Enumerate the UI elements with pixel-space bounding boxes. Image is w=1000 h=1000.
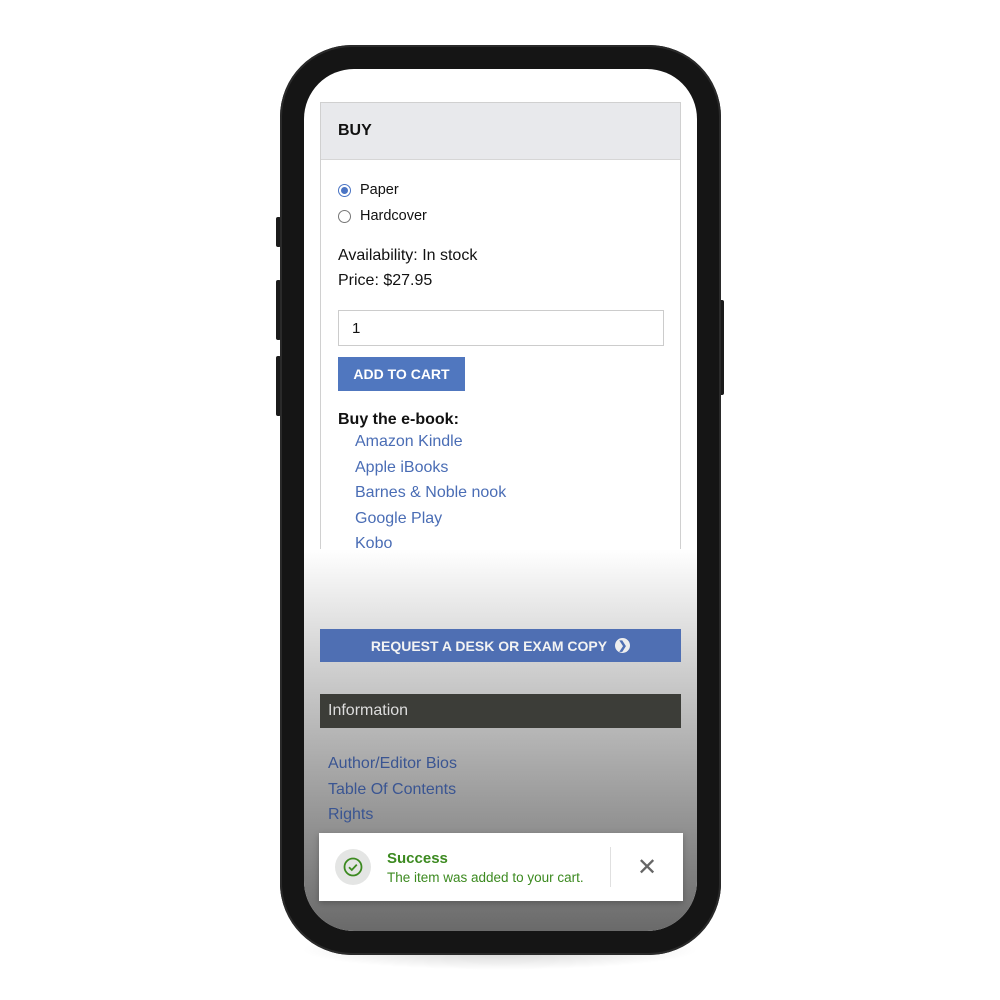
availability-text: Availability: In stock — [338, 247, 478, 264]
request-desk-copy-button[interactable]: REQUEST A DESK OR EXAM COPY ❯ — [320, 629, 681, 662]
quantity-input[interactable] — [338, 310, 664, 346]
ebook-link-kobo[interactable]: Kobo — [338, 531, 663, 557]
information-heading: Information — [320, 694, 681, 728]
chevron-right-circle-icon: ❯ — [615, 638, 631, 653]
toast-message: The item was added to your cart. — [387, 869, 584, 885]
info-link-rights[interactable]: Rights — [328, 802, 483, 828]
radio-unselected-icon[interactable] — [338, 209, 351, 223]
check-circle-icon — [335, 849, 371, 885]
close-icon[interactable]: ✕ — [611, 853, 683, 882]
success-toast: Success The item was added to your cart.… — [319, 833, 683, 901]
ebook-link-barnes-noble[interactable]: Barnes & Noble nook — [338, 480, 663, 506]
info-link-bios[interactable]: Author/Editor Bios — [328, 751, 483, 777]
add-to-cart-button[interactable]: ADD TO CART — [338, 357, 465, 391]
format-radio-hardcover[interactable]: Hardcover — [338, 203, 663, 229]
ebook-link-amazon-kindle[interactable]: Amazon Kindle — [338, 429, 663, 455]
price-text: Price: $27.95 — [338, 272, 433, 289]
phone-screen: BUY Paper Hardcover Availability: In sto… — [304, 69, 697, 931]
ebook-link-google-play[interactable]: Google Play — [338, 506, 663, 532]
radio-selected-icon[interactable] — [338, 183, 351, 197]
ebook-link-apple-ibooks[interactable]: Apple iBooks — [338, 455, 663, 481]
desk-copy-label: REQUEST A DESK OR EXAM COPY — [370, 637, 608, 654]
toast-title: Success — [387, 849, 448, 867]
format-radio-paper[interactable]: Paper — [338, 177, 663, 203]
format-label: Hardcover — [360, 208, 427, 224]
buy-panel-title: BUY — [321, 103, 680, 160]
format-label: Paper — [360, 182, 399, 198]
info-link-toc[interactable]: Table Of Contents — [328, 777, 483, 803]
buy-panel: BUY Paper Hardcover Availability: In sto… — [320, 102, 681, 607]
ebook-heading: Buy the e-book: — [338, 411, 459, 428]
